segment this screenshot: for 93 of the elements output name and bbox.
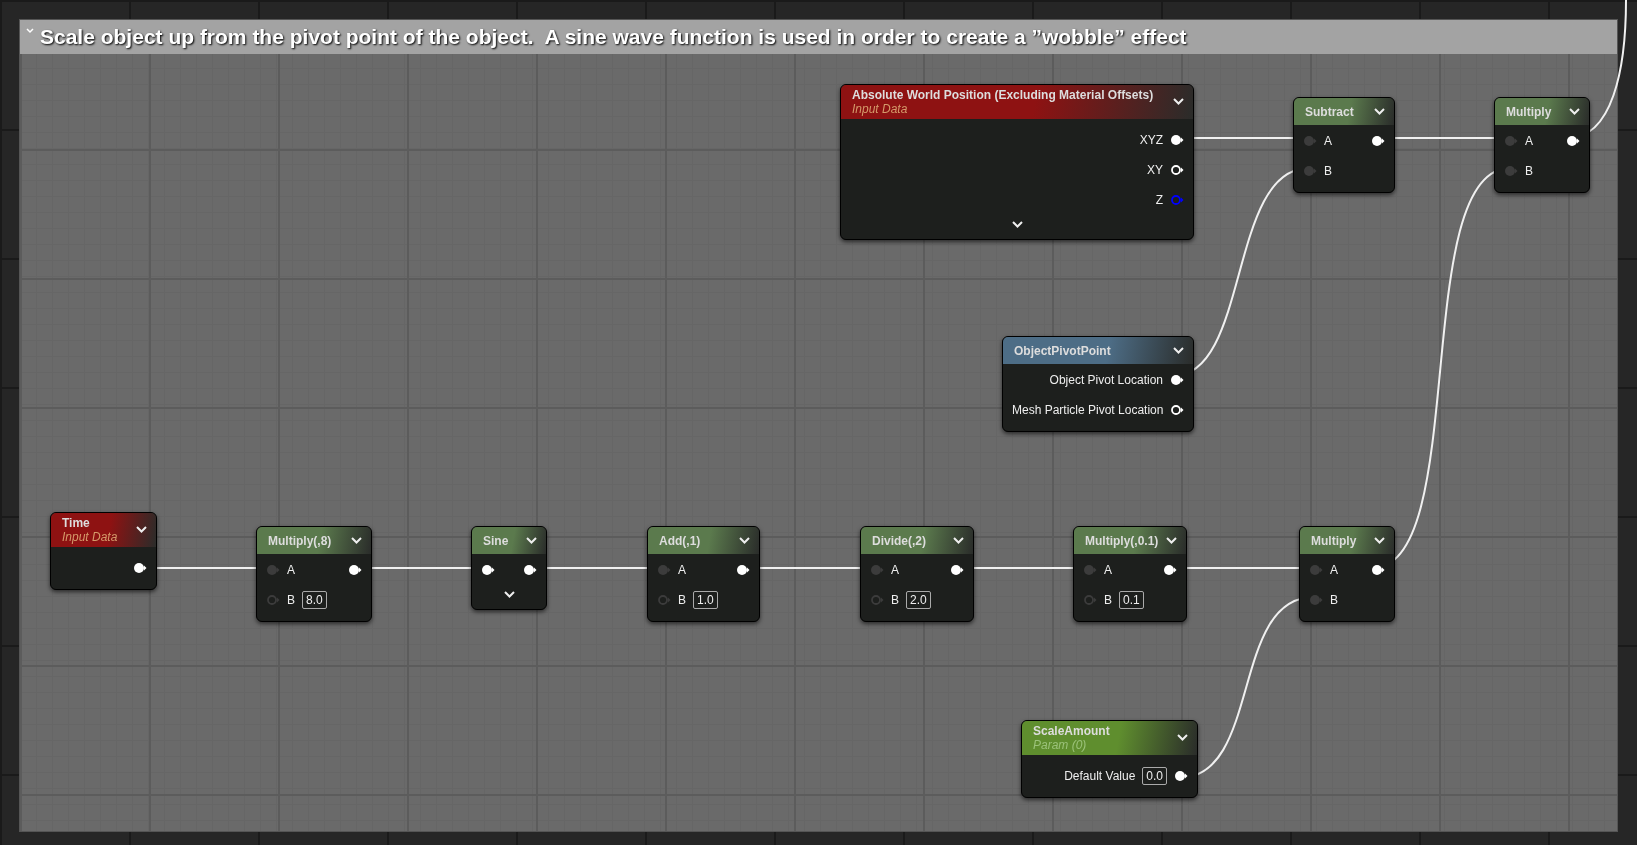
node-header[interactable]: Multiply(,0.1) bbox=[1074, 527, 1186, 554]
pin-icon[interactable] bbox=[1371, 135, 1385, 147]
chevron-down-icon[interactable] bbox=[1177, 734, 1188, 741]
pin-icon[interactable] bbox=[1170, 134, 1184, 146]
node-subtitle: Param (0) bbox=[1033, 738, 1088, 752]
value-field[interactable]: 0.1 bbox=[1119, 591, 1144, 609]
pin-label: A bbox=[678, 563, 686, 577]
node-title: Multiply(,0.1) bbox=[1085, 533, 1160, 548]
value-field[interactable]: 2.0 bbox=[906, 591, 931, 609]
value-field[interactable]: 0.0 bbox=[1142, 767, 1167, 785]
pin-icon[interactable] bbox=[1170, 374, 1184, 386]
graph-node[interactable]: ScaleAmount Param (0) Default Value 0.0 bbox=[1021, 720, 1198, 798]
pin-label: A bbox=[287, 563, 295, 577]
chevron-down-icon[interactable] bbox=[1569, 107, 1580, 115]
graph-node[interactable]: Sine bbox=[471, 526, 547, 610]
chevron-down-icon[interactable] bbox=[1166, 536, 1177, 544]
node-header[interactable]: Absolute World Position (Excluding Material Offsets) Input Data bbox=[841, 85, 1193, 119]
node-title: Sine bbox=[483, 533, 510, 548]
pin-label: B bbox=[287, 593, 295, 607]
pin-icon[interactable] bbox=[133, 562, 147, 574]
graph-node[interactable]: ObjectPivotPoint Object Pivot Location Mesh Particle Pivot Location bbox=[1002, 336, 1194, 432]
chevron-down-icon[interactable] bbox=[351, 536, 362, 544]
chevron-down-icon[interactable] bbox=[953, 536, 964, 544]
pin-label: A bbox=[1324, 134, 1332, 148]
graph-node[interactable]: Multiply A B bbox=[1494, 97, 1590, 193]
pin-icon[interactable] bbox=[1163, 564, 1177, 576]
node-header[interactable]: Subtract bbox=[1294, 98, 1394, 125]
node-subtitle: Input Data bbox=[62, 530, 119, 544]
pin-icon[interactable] bbox=[1371, 564, 1385, 576]
node-header[interactable]: Multiply bbox=[1300, 527, 1394, 554]
node-title: Divide(,2) bbox=[872, 533, 927, 548]
node-title: Add(,1) bbox=[659, 533, 702, 548]
pin-label: Z bbox=[1155, 193, 1163, 207]
pin-label: B bbox=[1525, 164, 1533, 178]
node-title: Subtract bbox=[1305, 104, 1355, 119]
node-header[interactable]: Multiply bbox=[1495, 98, 1589, 125]
node-subtitle: Input Data bbox=[852, 102, 909, 116]
chevron-down-icon[interactable] bbox=[1173, 346, 1184, 354]
node-title: Multiply bbox=[1506, 104, 1553, 119]
chevron-down-icon[interactable] bbox=[1173, 98, 1184, 105]
pin-icon[interactable] bbox=[950, 564, 964, 576]
pin-label: Object Pivot Location bbox=[1049, 373, 1163, 387]
graph-node[interactable]: Time Input Data bbox=[50, 512, 157, 590]
pin-label: XY bbox=[1147, 163, 1163, 177]
pin-icon[interactable] bbox=[481, 564, 495, 576]
pin-label: Default Value bbox=[1064, 769, 1136, 783]
pin-label: B bbox=[1330, 593, 1338, 607]
graph-node[interactable]: Add(,1) A B 1.0 bbox=[647, 526, 760, 622]
graph-node[interactable]: Multiply(,0.1) A B 0.1 bbox=[1073, 526, 1187, 622]
pin-label: A bbox=[1330, 563, 1338, 577]
node-header[interactable]: Add(,1) bbox=[648, 527, 759, 554]
node-title: Multiply(,8) bbox=[268, 533, 333, 548]
pin-icon[interactable] bbox=[1566, 135, 1580, 147]
chevron-down-icon[interactable] bbox=[526, 536, 537, 544]
graph-node[interactable]: Multiply(,8) A B 8.0 bbox=[256, 526, 372, 622]
pin-label: B bbox=[891, 593, 899, 607]
pin-label: XYZ bbox=[1139, 133, 1163, 147]
node-title: ObjectPivotPoint bbox=[1014, 343, 1112, 358]
chevron-down-icon[interactable] bbox=[1011, 220, 1023, 228]
node-header[interactable]: ObjectPivotPoint bbox=[1003, 337, 1193, 364]
node-title: Time bbox=[62, 516, 91, 530]
pin-icon[interactable] bbox=[348, 564, 362, 576]
graph-node[interactable]: Absolute World Position (Excluding Material Offsets) Input Data XYZ XY Z bbox=[840, 84, 1194, 240]
node-title: ScaleAmount bbox=[1033, 724, 1111, 738]
pin-label: B bbox=[1104, 593, 1112, 607]
node-title: Multiply bbox=[1311, 533, 1358, 548]
pin-icon[interactable] bbox=[523, 564, 537, 576]
graph-node[interactable]: Multiply A B bbox=[1299, 526, 1395, 622]
pin-label: A bbox=[1104, 563, 1112, 577]
chevron-down-icon[interactable] bbox=[136, 526, 147, 533]
chevron-down-icon[interactable] bbox=[503, 590, 515, 598]
node-header[interactable]: Sine bbox=[472, 527, 546, 554]
pin-label: A bbox=[891, 563, 899, 577]
node-header[interactable]: Time Input Data bbox=[51, 513, 156, 547]
node-header[interactable]: Multiply(,8) bbox=[257, 527, 371, 554]
graph-node[interactable]: Divide(,2) A B 2.0 bbox=[860, 526, 974, 622]
pin-icon[interactable] bbox=[1170, 164, 1184, 176]
node-header[interactable]: Divide(,2) bbox=[861, 527, 973, 554]
chevron-down-icon[interactable] bbox=[1374, 107, 1385, 115]
pin-icon[interactable] bbox=[736, 564, 750, 576]
pin-label: B bbox=[1324, 164, 1332, 178]
pin-label: A bbox=[1525, 134, 1533, 148]
pin-icon[interactable] bbox=[1174, 770, 1188, 782]
chevron-down-icon[interactable] bbox=[1374, 536, 1385, 544]
node-title: Absolute World Position (Excluding Material Offsets) bbox=[852, 88, 1155, 102]
graph-node[interactable]: Subtract A B bbox=[1293, 97, 1395, 193]
chevron-down-icon[interactable] bbox=[739, 536, 750, 544]
value-field[interactable]: 1.0 bbox=[693, 591, 718, 609]
pin-icon[interactable] bbox=[1170, 404, 1185, 416]
pin-label: B bbox=[678, 593, 686, 607]
pin-label: Mesh Particle Pivot Location bbox=[1012, 403, 1164, 417]
comment-title: Scale object up from the pivot point of the object. A sine wave function is used in order to create a ”wobble” effect bbox=[40, 25, 1187, 49]
value-field[interactable]: 8.0 bbox=[302, 591, 327, 609]
